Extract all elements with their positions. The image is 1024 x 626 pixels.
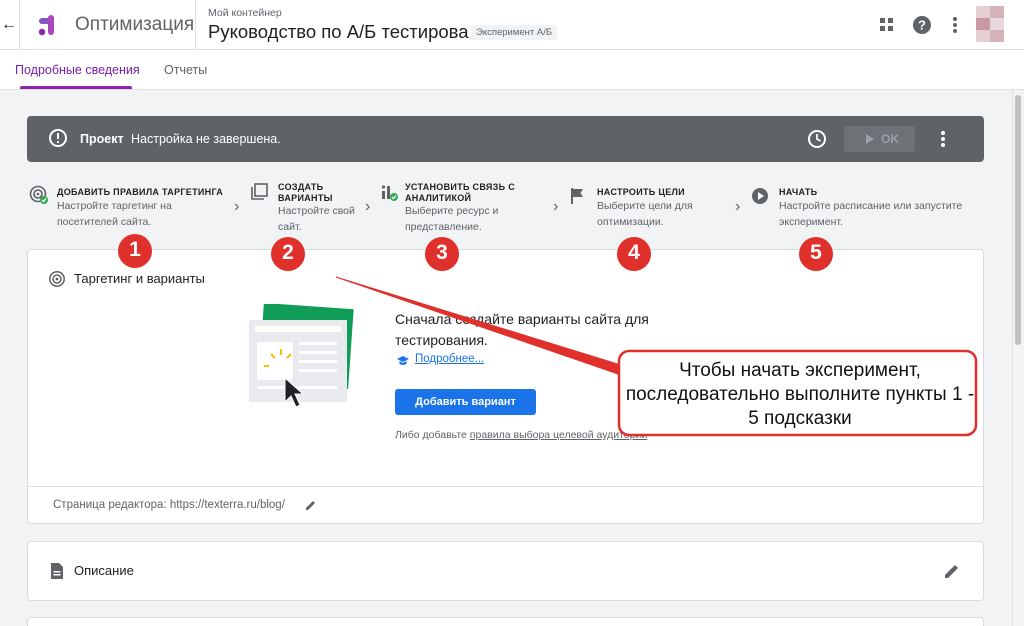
help-icon[interactable]: ? (911, 14, 933, 36)
chevron-right-icon: › (234, 198, 240, 215)
editor-page-url: Страница редактора: https://texterra.ru/… (53, 499, 285, 511)
step-5-desc-line-1: Настройте расписание или запустите (779, 200, 963, 212)
step-number-2: 2 (282, 241, 294, 264)
document-icon (51, 563, 63, 579)
alternative-hint-prefix: Либо добавьте (395, 429, 467, 441)
scrollbar-thumb[interactable] (1015, 95, 1021, 345)
step-3-desc-line-1: Выберите ресурс и (405, 205, 499, 217)
tab-details[interactable]: Подробные сведения (15, 63, 140, 77)
pencil-icon[interactable] (943, 562, 961, 580)
tab-bar: Подробные сведения Отчеты (0, 50, 1024, 90)
experiment-type-badge: Эксперимент А/Б (471, 25, 558, 40)
step-number-4: 4 (628, 241, 640, 264)
target-check-icon (29, 185, 48, 204)
active-tab-indicator (20, 86, 132, 89)
description-card-title: Описание (74, 563, 134, 578)
step-1-desc-line-1: Настройте таргетинг на (57, 200, 172, 212)
project-label: Проект (80, 132, 124, 146)
run-ok-button[interactable]: OK (844, 126, 915, 152)
copy-variants-icon (251, 183, 268, 200)
flag-icon (571, 188, 583, 204)
description-card (27, 541, 984, 601)
avatar[interactable] (976, 6, 1004, 42)
step-3-desc-line-2: представление. (405, 221, 482, 233)
alert-icon (49, 129, 67, 147)
learn-more-link[interactable]: Подробнее... (415, 353, 484, 365)
next-card (27, 617, 984, 626)
header-divider (19, 0, 20, 50)
optimize-logo (38, 15, 54, 36)
step-5-desc-line-2: эксперимент. (779, 216, 843, 228)
step-3-title-line-1[interactable]: УСТАНОВИТЬ СВЯЗЬ С (405, 182, 515, 193)
school-icon (397, 356, 409, 365)
step-4-desc-line-2: оптимизации. (597, 216, 664, 228)
target-icon (49, 271, 65, 287)
step-5-title[interactable]: НАЧАТЬ (779, 187, 817, 198)
step-2-title-line-1[interactable]: СОЗДАТЬ (278, 182, 323, 193)
card-divider (28, 486, 983, 487)
apps-icon[interactable] (876, 14, 898, 36)
arrow-left-icon[interactable]: ← (0, 10, 18, 40)
audience-rules-link[interactable]: правила выбора целевой аудитории (470, 429, 647, 441)
step-number-1: 1 (129, 238, 141, 261)
app-header: ← Оптимизация Мой контейнер Руководство … (0, 0, 1024, 50)
step-1-title[interactable]: ДОБАВИТЬ ПРАВИЛА ТАРГЕТИНГА (57, 187, 223, 198)
status-text: Настройка не завершена. (131, 132, 281, 146)
tab-reports[interactable]: Отчеты (164, 63, 207, 77)
chevron-right-icon: › (365, 198, 371, 215)
variants-illustration (249, 304, 354, 408)
step-4-title[interactable]: НАСТРОИТЬ ЦЕЛИ (597, 187, 685, 198)
app-title: Оптимизация (75, 14, 195, 35)
pencil-icon[interactable] (304, 499, 317, 512)
callout-text: Чтобы начать эксперимент, последовательн… (625, 360, 975, 429)
container-label[interactable]: Мой контейнер (208, 7, 282, 19)
targeting-card-title: Таргетинг и варианты (74, 271, 205, 286)
project-status-bar: Проект Настройка не завершена. OK (27, 116, 984, 162)
step-number-3: 3 (436, 241, 448, 264)
ok-label: OK (881, 132, 899, 146)
more-vert-icon[interactable] (935, 128, 951, 150)
step-4-desc-line-1: Выберите цели для (597, 200, 693, 212)
header-divider (195, 0, 196, 50)
step-1-desc-line-2: посетителей сайта. (57, 216, 152, 228)
schedule-clock-icon[interactable] (807, 129, 827, 149)
play-icon (866, 134, 874, 144)
more-vert-icon[interactable] (944, 14, 966, 36)
step-2-desc-line-1: Настройте свой (278, 205, 355, 217)
step-2-desc-line-2: сайт. (278, 221, 302, 233)
add-variant-button[interactable]: Добавить вариант (395, 389, 536, 415)
chevron-right-icon: › (735, 198, 741, 215)
chevron-right-icon: › (553, 198, 559, 215)
experiment-name[interactable]: Руководство по А/Б тестирова (208, 21, 469, 43)
step-number-5: 5 (810, 241, 822, 264)
analytics-check-icon (381, 185, 398, 201)
play-circle-icon (752, 188, 768, 204)
intro-text: Сначала создайте варианты сайта для тест… (395, 311, 649, 348)
svg-text:?: ? (918, 18, 926, 33)
alternative-hint: Либо добавьте правила выбора целевой ауд… (395, 429, 647, 441)
